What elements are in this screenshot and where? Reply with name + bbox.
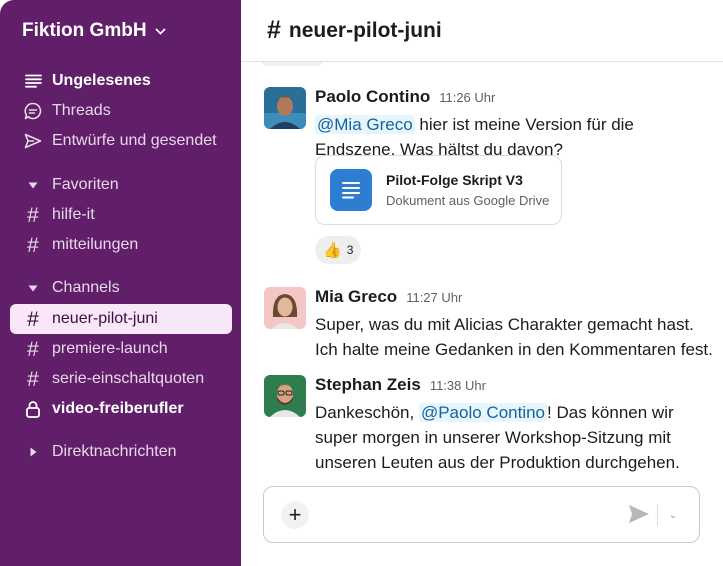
sidebar-item-label: Threads	[52, 102, 111, 119]
workspace-name: Fiktion GmbH	[22, 20, 147, 41]
send-button[interactable]	[628, 504, 652, 526]
message-meta: Paolo Contino 11:26 Uhr	[315, 87, 495, 107]
author-name[interactable]: Paolo Contino	[315, 87, 430, 107]
section-label: Favoriten	[52, 176, 119, 193]
chevron-down-icon: ⌄	[668, 509, 678, 521]
author-name[interactable]: Mia Greco	[315, 287, 397, 307]
sidebar-channel-neuer-pilot-juni[interactable]: # neuer-pilot-juni	[10, 304, 232, 334]
hash-icon: #	[27, 307, 39, 331]
chevron-down-icon	[154, 26, 166, 38]
send-options-button[interactable]: ⌄	[664, 504, 682, 526]
unread-list-icon	[23, 74, 43, 88]
sidebar-item-unread[interactable]: Ungelesenes	[10, 66, 232, 96]
sidebar-channel-mitteilungen[interactable]: # mitteilungen	[10, 230, 232, 260]
message-item: Paolo Contino 11:26 Uhr @Mia Greco hier …	[264, 87, 714, 277]
channel-label: video-freiberufler	[52, 400, 184, 417]
thumbs-up-icon: 👍	[323, 242, 342, 259]
message-text: Super, was du mit Alicias Charakter gema…	[315, 315, 713, 359]
sidebar-item-label: Entwürfe und gesendet	[52, 132, 217, 149]
section-label: Channels	[52, 279, 120, 296]
hash-icon: #	[27, 203, 39, 227]
caret-down-icon	[23, 285, 43, 292]
plus-icon: +	[288, 502, 302, 527]
section-favorites[interactable]: Favoriten	[10, 170, 232, 200]
avatar[interactable]	[264, 287, 306, 329]
threads-icon	[23, 102, 43, 120]
sidebar-channel-premiere-launch[interactable]: # premiere-launch	[10, 334, 232, 364]
avatar[interactable]	[264, 87, 306, 129]
hash-icon: #	[267, 16, 281, 44]
section-direct-messages[interactable]: Direktnachrichten	[10, 437, 232, 467]
sidebar-item-drafts-sent[interactable]: Entwürfe und gesendet	[10, 126, 232, 156]
author-name[interactable]: Stephan Zeis	[315, 375, 421, 395]
workspace-switcher[interactable]: Fiktion GmbH	[22, 20, 166, 42]
add-attachment-button[interactable]: +	[281, 501, 309, 529]
previous-message-edge	[262, 62, 322, 66]
sidebar-channel-video-freiberufler[interactable]: video-freiberufler	[10, 394, 232, 424]
sidebar-item-threads[interactable]: Threads	[10, 96, 232, 126]
message-item: Stephan Zeis 11:38 Uhr Dankeschön, @Paol…	[264, 375, 714, 480]
google-docs-icon	[330, 169, 372, 211]
sidebar-channel-serie-einschaltquoten[interactable]: # serie-einschaltquoten	[10, 364, 232, 394]
message-text: Dankeschön, @Paolo Contino! Das können w…	[315, 400, 715, 475]
lock-icon	[23, 400, 43, 418]
channel-header: # neuer-pilot-juni	[241, 0, 723, 62]
caret-right-icon	[23, 447, 43, 457]
channel-label: neuer-pilot-juni	[52, 310, 158, 327]
message-text-part: Dankeschön,	[315, 403, 419, 422]
timestamp[interactable]: 11:26 Uhr	[439, 90, 495, 105]
message-item: Mia Greco 11:27 Uhr Super, was du mit Al…	[264, 287, 714, 367]
hash-icon: #	[27, 367, 39, 391]
channel-title[interactable]: neuer-pilot-juni	[289, 19, 442, 43]
message-meta: Mia Greco 11:27 Uhr	[315, 287, 462, 307]
attachment-subtitle: Dokument aus Google Drive	[386, 193, 550, 208]
message-composer[interactable]: + ⌄	[263, 486, 700, 543]
send-icon	[23, 133, 43, 149]
channel-label: mitteilungen	[52, 236, 139, 253]
send-icon	[629, 505, 649, 523]
sidebar-channel-hilfe-it[interactable]: # hilfe-it	[10, 200, 232, 230]
sidebar-item-label: Ungelesenes	[52, 72, 151, 89]
avatar[interactable]	[264, 375, 306, 417]
divider	[657, 504, 658, 526]
user-mention[interactable]: @Paolo Contino	[418, 403, 548, 422]
user-mention[interactable]: @Mia Greco	[315, 115, 415, 134]
reaction-thumbs-up[interactable]: 👍 3	[315, 236, 362, 264]
channel-label: hilfe-it	[52, 206, 95, 223]
file-attachment[interactable]: Pilot-Folge Skript V3 Dokument aus Googl…	[315, 155, 562, 225]
timestamp[interactable]: 11:27 Uhr	[406, 290, 462, 305]
sidebar: Fiktion GmbH Ungelesenes Threads Entwürf…	[0, 0, 241, 566]
message-meta: Stephan Zeis 11:38 Uhr	[315, 375, 486, 395]
section-label: Direktnachrichten	[52, 443, 177, 460]
channel-label: serie-einschaltquoten	[52, 370, 205, 387]
channel-label: premiere-launch	[52, 340, 168, 357]
timestamp[interactable]: 11:38 Uhr	[430, 378, 486, 393]
section-channels[interactable]: Channels	[10, 273, 232, 303]
reaction-count: 3	[346, 243, 354, 257]
caret-down-icon	[23, 182, 43, 189]
hash-icon: #	[27, 337, 39, 361]
attachment-title: Pilot-Folge Skript V3	[386, 172, 523, 188]
hash-icon: #	[27, 233, 39, 257]
